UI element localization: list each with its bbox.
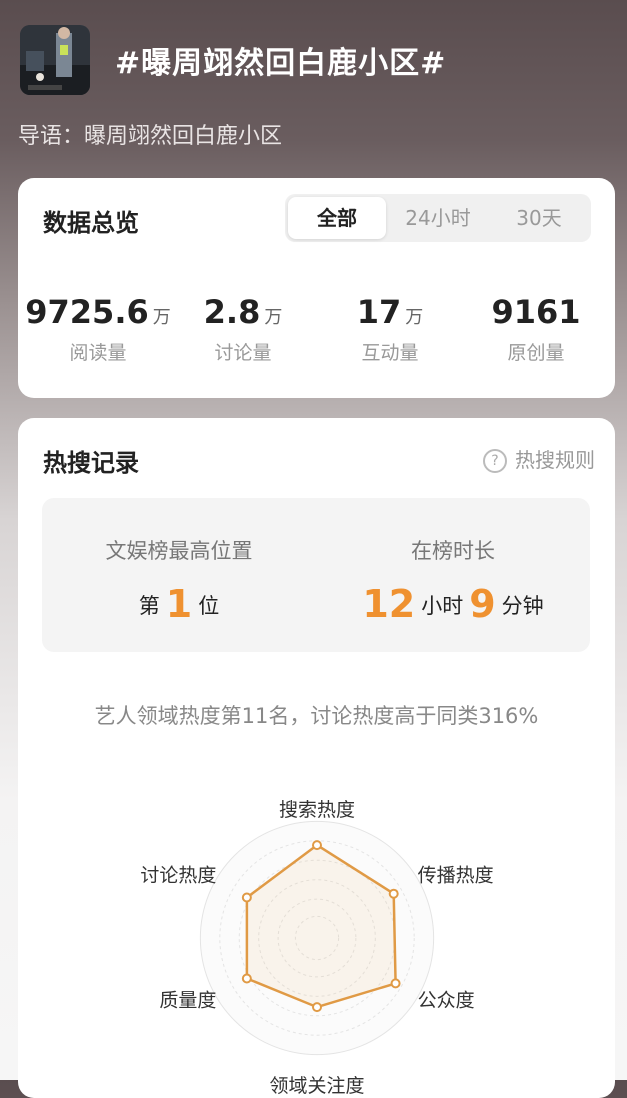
stat-original: 9161 <box>461 293 611 331</box>
tab-24h[interactable]: 24小时 <box>389 197 487 239</box>
radar-point <box>388 888 399 899</box>
rank-suffix: 位 <box>198 594 220 618</box>
data-overview-title: 数据总览 <box>43 209 139 237</box>
radar-axis-label: 领域关注度 <box>269 1075 364 1097</box>
radar-point <box>241 973 252 984</box>
hours-unit: 小时 <box>421 594 464 618</box>
radar-axis-label: 公众度 <box>418 989 475 1011</box>
stat-original-value: 9161 <box>491 293 581 331</box>
time-range-tabs: 全部 24小时 30天 <box>285 194 591 242</box>
stat-read-label: 阅读量 <box>69 342 127 364</box>
topic-intro: 导语：曝周翊然回白鹿小区 <box>18 124 283 149</box>
stat-interact-value: 17 <box>356 293 402 331</box>
tab-30d[interactable]: 30天 <box>490 197 588 239</box>
radar-axis-label: 传播热度 <box>418 865 494 887</box>
hot-search-card: 热搜记录 ? 热搜规则 文娱榜最高位置 第1位 在榜时长 12 小时 9 分钟 艺人领域… <box>18 418 615 1098</box>
stat-discuss-label: 讨论量 <box>214 342 272 364</box>
radar-axis-label: 质量度 <box>159 989 216 1011</box>
stat-discuss: 2.8 万 <box>168 293 318 331</box>
rank-value-line: 第1位 <box>42 582 316 626</box>
topic-header: #曝周翊然回白鹿小区# 导语：曝周翊然回白鹿小区 <box>0 0 627 175</box>
heat-summary: 艺人领域热度第11名，讨论热度高于同类316% <box>94 704 539 728</box>
minutes-value: 9 <box>469 582 496 626</box>
radar-point <box>312 1002 322 1013</box>
duration-label: 在榜时长 <box>411 539 495 563</box>
stat-read-value: 9725.6 <box>25 293 149 331</box>
rank-label: 文娱榜最高位置 <box>105 539 253 563</box>
hot-search-rules-label: 热搜规则 <box>515 448 595 472</box>
radar-point <box>390 978 401 989</box>
heat-radar-chart: 搜索热度传播热度公众度领域关注度 质量度 讨论热度 <box>140 799 494 1097</box>
hot-search-rules-link[interactable]: ? 热搜规则 <box>483 444 595 473</box>
rank-prefix: 第 <box>138 594 160 618</box>
stat-interact: 17 万 <box>315 293 465 331</box>
stat-original-label: 原创量 <box>507 342 565 364</box>
hours-value: 12 <box>362 582 416 626</box>
stat-discuss-value: 2.8 <box>203 293 261 331</box>
hot-search-record-box: 文娱榜最高位置 第1位 在榜时长 12 小时 9 分钟 <box>42 498 590 652</box>
tab-all[interactable]: 全部 <box>288 197 386 239</box>
topic-thumbnail[interactable] <box>20 25 90 95</box>
radar-axis-label: 搜索热度 <box>279 799 355 821</box>
minutes-unit: 分钟 <box>501 594 544 618</box>
question-icon: ? <box>483 449 507 473</box>
hot-search-title: 热搜记录 <box>43 449 139 477</box>
data-overview-card: 数据总览 全部 24小时 30天 9725.6 万 阅读量 2.8 万 讨论量 17… <box>18 178 615 398</box>
rank-value: 1 <box>165 582 193 626</box>
topic-title: #曝周翊然回白鹿小区# <box>115 46 447 81</box>
stat-discuss-unit: 万 <box>264 307 283 328</box>
duration-value-line: 12 小时 9 分钟 <box>316 582 590 626</box>
radar-axis-label: 讨论热度 <box>140 865 216 887</box>
stat-interact-unit: 万 <box>405 307 424 328</box>
stat-interact-label: 互动量 <box>361 342 419 364</box>
radar-point <box>241 892 252 903</box>
radar-point <box>312 840 322 851</box>
stat-read: 9725.6 万 <box>23 293 173 331</box>
